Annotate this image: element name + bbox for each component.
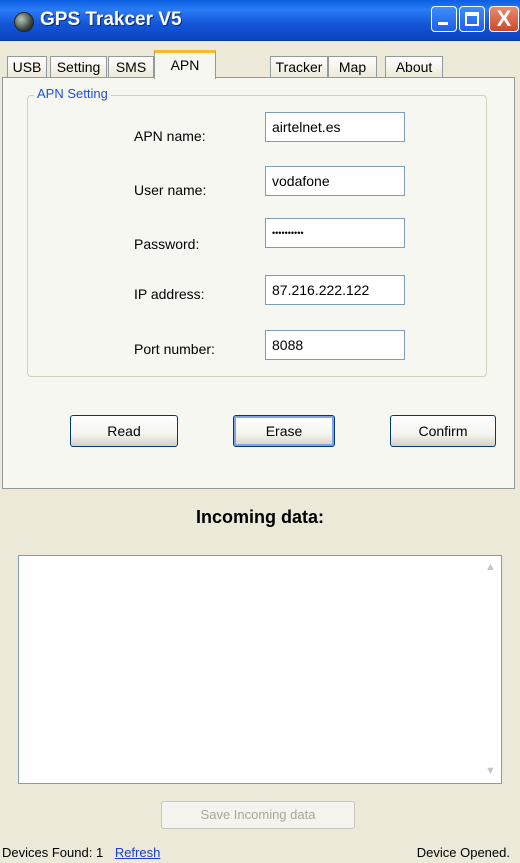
tab-apn[interactable]: APN — [154, 50, 216, 79]
close-button[interactable]: X — [489, 6, 519, 32]
apn-name-label: APN name: — [134, 128, 206, 144]
incoming-data-title: Incoming data: — [195, 507, 324, 527]
close-icon: X — [496, 6, 512, 31]
confirm-button[interactable]: Confirm — [390, 415, 496, 447]
read-button[interactable]: Read — [70, 415, 178, 447]
user-name-field[interactable] — [265, 166, 405, 196]
tab-map[interactable]: Map — [328, 56, 377, 78]
maximize-icon — [465, 12, 479, 26]
devices-found-count: 1 — [95, 845, 104, 860]
scroll-up-arrow-icon[interactable]: ▲ — [483, 560, 498, 575]
tab-usb[interactable]: USB — [7, 56, 47, 78]
tab-setting[interactable]: Setting — [50, 56, 107, 78]
password-label: Password: — [134, 236, 200, 252]
port-number-label: Port number: — [134, 341, 215, 357]
ip-address-field[interactable] — [265, 275, 405, 305]
gps-app-icon — [14, 12, 34, 32]
devices-found-status: Devices Found: 1 Refresh — [2, 843, 160, 863]
apn-name-field[interactable] — [265, 112, 405, 142]
tab-sms[interactable]: SMS — [108, 56, 154, 78]
password-field[interactable] — [265, 218, 405, 248]
save-incoming-data-button[interactable]: Save Incoming data — [161, 801, 355, 829]
scroll-down-arrow-icon[interactable]: ▼ — [483, 764, 498, 779]
port-number-field[interactable] — [265, 330, 405, 360]
status-bar: Devices Found: 1 Refresh Device Opened. — [0, 843, 520, 863]
device-state-text: Device Opened. — [416, 845, 510, 860]
tab-about[interactable]: About — [385, 56, 443, 78]
devices-found-label: Devices Found: — [2, 845, 93, 860]
tab-tracker[interactable]: Tracker — [270, 56, 328, 78]
refresh-link[interactable]: Refresh — [115, 845, 161, 860]
erase-button[interactable]: Erase — [233, 415, 335, 447]
tab-strip: USB Setting SMS APN Tracker Map About — [2, 50, 518, 79]
maximize-button[interactable] — [459, 6, 485, 32]
apn-setting-title: APN Setting — [34, 86, 111, 101]
ip-address-label: IP address: — [134, 286, 205, 302]
minimize-icon — [438, 22, 448, 25]
title-bar[interactable]: GPS Trakcer V5 X — [0, 0, 520, 41]
window-title: GPS Trakcer V5 — [40, 9, 182, 30]
user-name-label: User name: — [134, 182, 207, 198]
incoming-data-textarea[interactable]: ▲ ▼ — [18, 555, 502, 784]
apn-setting-group — [27, 95, 487, 377]
minimize-button[interactable] — [431, 6, 457, 32]
